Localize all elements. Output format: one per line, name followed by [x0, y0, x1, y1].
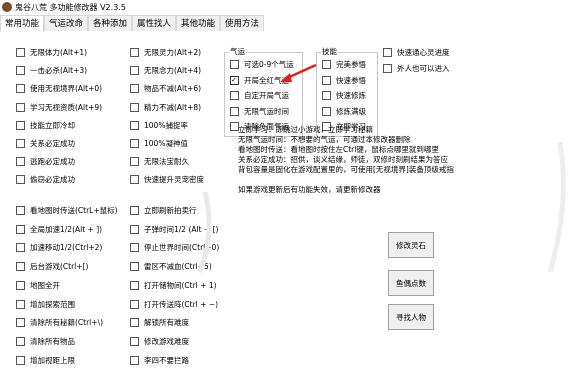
- title-bar: 鬼谷八荒 多功能修改器 V2.3.5: [0, 0, 584, 14]
- window-title: 鬼谷八荒 多功能修改器 V2.3.5: [15, 3, 126, 12]
- main-panel: 无限体力(Alt+1) 一击必杀(Alt+3) 使用无视境界(Alt+0) 学习无视资…: [0, 32, 584, 369]
- tab-common[interactable]: 常用功能: [0, 15, 44, 33]
- tab-howto[interactable]: 使用方法: [220, 15, 264, 31]
- app-icon: [2, 2, 12, 12]
- tab-other[interactable]: 其他功能: [176, 15, 220, 31]
- watermark: [197, 141, 566, 273]
- tab-attributes[interactable]: 属性找人: [132, 15, 176, 31]
- tab-bar: 常用功能 气运改命 各种添加 属性找人 其他功能 使用方法: [0, 15, 584, 33]
- tab-add[interactable]: 各种添加: [88, 15, 132, 31]
- tab-luck[interactable]: 气运改命: [44, 15, 88, 31]
